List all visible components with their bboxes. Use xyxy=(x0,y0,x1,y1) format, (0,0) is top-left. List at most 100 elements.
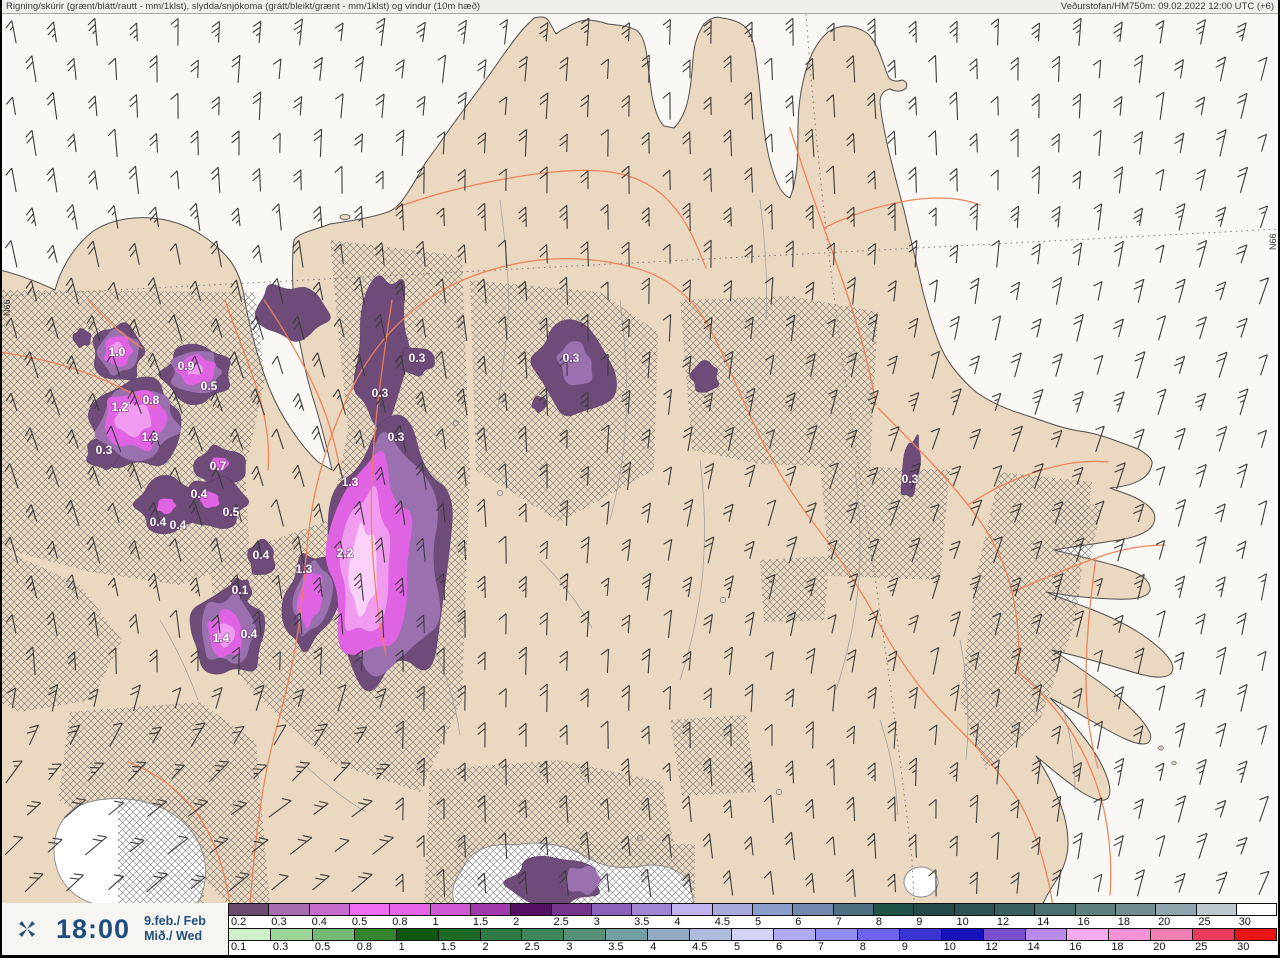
legend-tick-label: 3.5 xyxy=(634,916,650,928)
model-run-info: Veðurstofan/HM750m: 09.02.2022 12:00 UTC… xyxy=(1060,1,1274,12)
legend-color-cell xyxy=(690,929,733,940)
legend-color-cell xyxy=(899,929,942,940)
precip-amount-label: 0.4 xyxy=(191,487,208,501)
valid-time: 18:00 xyxy=(56,913,131,944)
legend-tick-label: 1 xyxy=(398,941,405,953)
legend-color-cell xyxy=(511,904,552,915)
legend-color-cell xyxy=(438,929,481,940)
legend-tick-label: 4 xyxy=(674,916,681,928)
precip-amount-label: 0.4 xyxy=(253,548,270,562)
legend-tick-label: 8 xyxy=(875,916,883,928)
precip-amount-label: 0.1 xyxy=(232,583,249,597)
legend-tick-label: 10 xyxy=(956,916,969,928)
legend-color-cell xyxy=(712,904,754,915)
legend-color-cell xyxy=(354,929,397,940)
legend-color-cell xyxy=(309,904,350,915)
map-legend-description: Rigning/skúrir (grænt/blátt/rautt - mm/1… xyxy=(6,1,481,12)
legend-tick-label: 20 xyxy=(1153,941,1166,953)
legend-color-cell xyxy=(396,929,439,940)
rain-scale-labels: 0.1 0.3 0.5 0.8 1 1.5 2 2.5 3 3.5 4 4.5 5 6 7 8 9 10 12 14 1… xyxy=(229,941,1277,953)
legend-tick-label: 7 xyxy=(835,916,842,928)
legend-tick-label: 6 xyxy=(795,916,802,928)
legend-tick-label: 3 xyxy=(566,941,573,953)
legend-color-cell xyxy=(994,904,1036,915)
valid-date-line1: 9.feb./ Feb xyxy=(144,914,206,928)
precip-amount-label: 0.3 xyxy=(902,472,919,486)
legend-tick-label: 25 xyxy=(1198,916,1211,928)
legend-tick-label: 2 xyxy=(482,941,489,953)
legend-tick-label: 0.3 xyxy=(271,916,287,928)
precip-amount-label: 0.3 xyxy=(563,351,580,365)
legend-tick-label: 2.5 xyxy=(553,916,569,928)
legend-color-cell xyxy=(606,929,649,940)
legend-color-cell xyxy=(1235,929,1278,940)
legend-color-cell xyxy=(349,904,391,915)
precip-amount-label: 2.2 xyxy=(337,546,354,560)
legend-color-cell xyxy=(390,904,431,915)
legend-color-cell xyxy=(269,904,310,915)
legend-color-cell xyxy=(773,929,816,940)
legend-color-cell xyxy=(648,929,691,940)
legend-tick-label: 8 xyxy=(859,941,866,953)
legend-tick-label: 12 xyxy=(985,941,998,953)
legend-color-cell xyxy=(672,904,713,915)
precip-amount-label: 0.4 xyxy=(150,515,167,529)
legend-color-cell xyxy=(564,929,607,940)
legend-tick-label: 10 xyxy=(943,941,956,953)
latitude-label-left: N66 xyxy=(2,299,12,316)
legend-tick-label: 1 xyxy=(432,916,439,928)
legend-color-cell xyxy=(857,929,900,940)
precip-amount-label: 1.3 xyxy=(342,475,359,489)
precipitation-legend: 0.2 0.3 0.4 0.5 0.8 1 1.5 2 2.5 3 3.5 4 4.5 5 6 7 8 9 10 12… xyxy=(228,903,1278,955)
legend-color-cell xyxy=(1109,929,1152,940)
legend-tick-label: 0.3 xyxy=(272,941,289,953)
legend-color-cell xyxy=(229,929,271,940)
precip-amount-label: 0.4 xyxy=(241,627,258,641)
legend-tick-label: 3.5 xyxy=(608,941,624,953)
legend-tick-label: 20 xyxy=(1158,916,1171,928)
precip-amount-label: 0.8 xyxy=(143,393,160,407)
precip-amount-label: 1.0 xyxy=(109,345,126,359)
legend-tick-label: 4 xyxy=(650,941,657,953)
legend-tick-label: 1.5 xyxy=(440,941,456,953)
legend-color-cell xyxy=(983,929,1026,940)
valid-date: 9.feb./ Feb Mið./ Wed xyxy=(144,914,206,944)
valid-time-box: 18:00 9.feb./ Feb Mið./ Wed xyxy=(2,903,228,955)
precip-amount-label: 0.3 xyxy=(388,430,405,444)
precip-amount-label: 1.2 xyxy=(112,400,129,414)
legend-color-cell xyxy=(632,904,673,915)
legend-color-cell xyxy=(591,904,633,915)
legend-color-cell xyxy=(1151,929,1194,940)
legend-tick-label: 18 xyxy=(1117,916,1131,928)
legend-tick-label: 9 xyxy=(901,941,908,953)
weather-map-app: Rigning/skúrir (grænt/blátt/rautt - mm/1… xyxy=(0,0,1280,958)
legend-color-cell xyxy=(1196,904,1237,915)
legend-tick-label: 14 xyxy=(1037,916,1050,928)
forecast-map: N66 N66 1.00.90.50.81.21.30.30.70.40.50.… xyxy=(0,0,1280,958)
precip-amount-label: 1.4 xyxy=(213,631,230,645)
legend-color-cell xyxy=(793,904,834,915)
rain-color-scale xyxy=(229,928,1278,941)
legend-color-cell xyxy=(954,904,995,915)
legend-color-cell xyxy=(1193,929,1236,940)
legend-color-cell xyxy=(270,929,313,940)
precip-amount-label: 0.3 xyxy=(96,443,113,457)
legend-tick-label: 30 xyxy=(1238,916,1251,928)
legend-color-cell xyxy=(229,904,270,915)
legend-tick-label: 14 xyxy=(1027,941,1040,953)
legend-color-cell xyxy=(1236,904,1278,915)
legend-tick-label: 0.4 xyxy=(311,916,327,928)
legend-tick-label: 0.5 xyxy=(314,941,331,953)
precip-amount-label: 0.9 xyxy=(178,359,195,373)
precip-amount-label: 1.3 xyxy=(142,430,159,444)
legend-tick-label: 2 xyxy=(513,916,520,928)
legend-tick-label: 30 xyxy=(1237,941,1250,953)
valid-date-line2: Mið./ Wed xyxy=(144,929,203,943)
legend-tick-label: 16 xyxy=(1077,916,1090,928)
legend-tick-label: 7 xyxy=(817,941,824,953)
snow-color-scale xyxy=(229,903,1278,916)
legend-color-cell xyxy=(1035,904,1076,915)
legend-tick-label: 1.5 xyxy=(472,916,489,928)
legend-tick-label: 18 xyxy=(1111,941,1124,953)
legend-color-cell xyxy=(312,929,355,940)
